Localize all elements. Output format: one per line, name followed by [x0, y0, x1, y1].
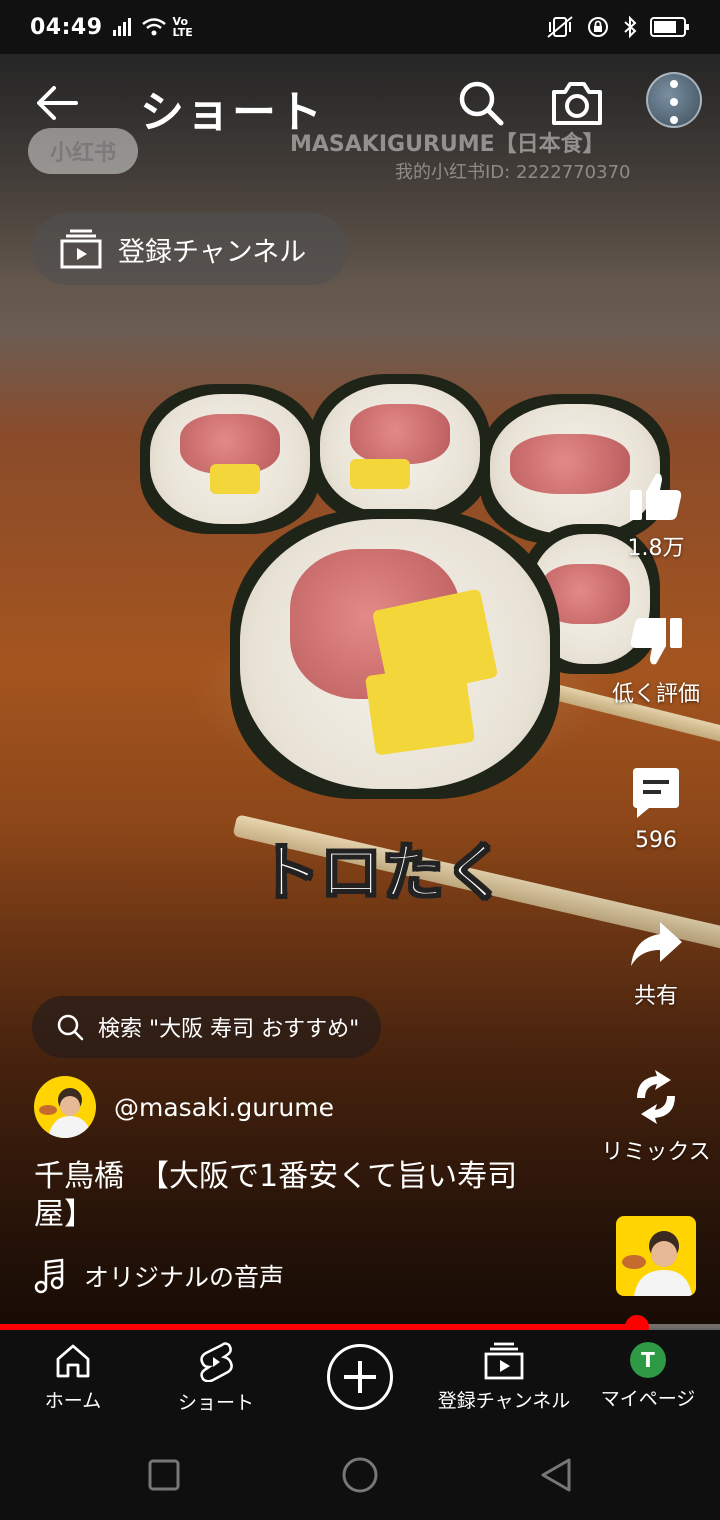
profile-avatar: T [630, 1342, 666, 1378]
music-note-icon [34, 1258, 64, 1294]
share-label: 共有 [633, 984, 678, 1009]
subscriptions-chip-label: 登録チャンネル [118, 236, 307, 268]
create-button[interactable] [327, 1344, 393, 1410]
search-suggestion-text: 検索 "大阪 寿司 おすすめ" [98, 1017, 360, 1042]
nav-my-page-label: マイページ [600, 1388, 696, 1410]
shorts-icon [200, 1342, 233, 1382]
status-time: 04:49 [30, 14, 103, 40]
top-bar: ショート [0, 54, 720, 154]
dislike-button[interactable]: 低く評価 [596, 616, 716, 708]
remix-button[interactable]: リミックス [596, 1068, 716, 1166]
nav-subscriptions-label: 登録チャンネル [437, 1390, 571, 1412]
bluetooth-icon [624, 15, 637, 39]
status-bar: 04:49 Vo LTE [0, 0, 720, 54]
subscriptions-chip[interactable]: 登録チャンネル [32, 213, 348, 285]
bottom-nav: ホーム ショート 登録チャンネル T マイページ [0, 1330, 720, 1430]
thumbs-down-icon [630, 618, 682, 665]
system-navigation-bar [0, 1430, 720, 1520]
plus-icon [344, 1361, 376, 1393]
more-options-icon[interactable] [664, 80, 684, 124]
search-suggestion-pill[interactable]: 検索 "大阪 寿司 おすすめ" [32, 996, 382, 1058]
lock-rotation-icon [588, 17, 608, 37]
page-title: ショート [140, 87, 324, 138]
subscriptions-icon [60, 229, 102, 269]
recents-square-icon[interactable] [141, 1452, 187, 1498]
nav-home[interactable]: ホーム [28, 1342, 118, 1413]
subscriptions-icon [484, 1342, 524, 1380]
camera-icon[interactable] [550, 78, 604, 128]
volte-label: Vo LTE [172, 15, 193, 39]
battery-icon [650, 17, 689, 37]
comments-button[interactable]: 596 [596, 766, 716, 853]
comment-icon [633, 768, 679, 818]
audio-label: オリジナルの音声 [84, 1263, 285, 1292]
status-left-icons: Vo LTE [112, 15, 201, 39]
share-button[interactable]: 共有 [596, 920, 716, 1010]
signal-icon [112, 18, 131, 36]
share-arrow-icon [631, 922, 682, 966]
home-icon [56, 1344, 90, 1378]
audio-source-thumbnail[interactable] [616, 1216, 696, 1296]
wifi-icon [141, 18, 166, 36]
back-arrow-icon[interactable] [32, 78, 82, 128]
search-icon [57, 1014, 84, 1041]
thumbs-up-icon [630, 473, 682, 520]
home-circle-icon[interactable] [337, 1452, 383, 1498]
nav-shorts-label: ショート [177, 1392, 254, 1414]
like-count: 1.8万 [627, 536, 685, 561]
channel-handle[interactable]: @masaki.gurume [114, 1093, 334, 1122]
nav-shorts[interactable]: ショート [168, 1342, 264, 1415]
back-triangle-icon[interactable] [533, 1452, 579, 1498]
comment-count: 596 [635, 828, 677, 853]
channel-avatar[interactable] [34, 1076, 96, 1138]
audio-row[interactable]: オリジナルの音声 [34, 1258, 284, 1294]
vibrate-icon [547, 16, 573, 38]
video-caption-overlay: トロたく [257, 835, 507, 910]
nav-subscriptions[interactable]: 登録チャンネル [432, 1342, 576, 1413]
like-button[interactable]: 1.8万 [596, 470, 716, 562]
video-title[interactable]: 千鳥橋 【大阪で1番安くて旨い寿司屋】 [34, 1158, 554, 1234]
nav-home-label: ホーム [44, 1390, 102, 1412]
nav-my-page[interactable]: T マイページ [596, 1342, 700, 1411]
remix-icon [637, 1070, 675, 1124]
channel-row[interactable]: @masaki.gurume [34, 1076, 334, 1138]
video-watermark-id: 我的小红书ID: 2222770370 [395, 162, 631, 183]
search-icon[interactable] [456, 78, 506, 128]
dislike-label: 低く評価 [611, 682, 700, 707]
remix-label: リミックス [601, 1140, 711, 1165]
status-right-icons [546, 15, 690, 39]
